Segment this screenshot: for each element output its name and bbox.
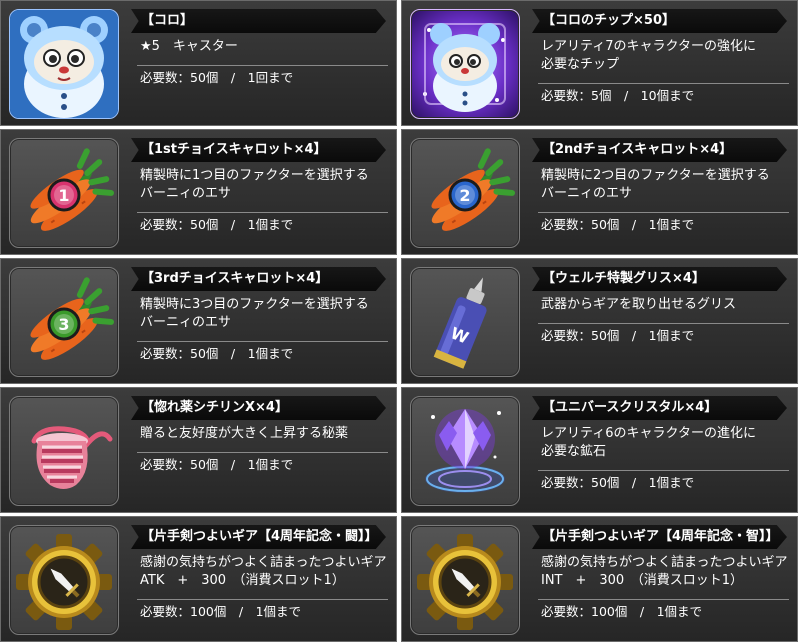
exchange-item-grid: 【コロ】 ★5 キャスター必要数：50個 / 1回まで 【コロのチップ×50】レア… [0,0,798,642]
sword-gear-icon [9,525,119,635]
item-description-line: バーニィのエサ [541,186,633,201]
item-title: 【ウェルチ特製グリス×4】 [532,267,787,291]
item-requirement: 必要数：50個 / 1回まで [137,65,388,86]
exchange-item-card[interactable]: 【コロのチップ×50】レアリティ7のキャラクターの強化に 必要なチップ必要数：5個… [401,0,798,126]
item-description: 感謝の気持ちがつよく詰まったつよいギア ATK + 300 （消費スロット1） [140,554,392,590]
love-potion-icon [9,396,119,506]
item-description: ★5 キャスター [140,38,392,56]
exchange-item-card[interactable]: W 【ウェルチ特製グリス×4】武器からギアを取り出せるグリス必要数：50個 / … [401,258,798,384]
universe-crystal-icon [410,396,520,506]
item-description-line: 感謝の気持ちがつよく詰まったつよいギア [541,555,788,570]
item-requirement: 必要数：100個 / 1個まで [137,599,388,620]
item-requirement: 必要数：50個 / 1個まで [538,212,789,233]
item-description: 贈ると友好度が大きく上昇する秘薬 [140,425,392,443]
exchange-item-card[interactable]: 1 【1stチョイスキャロット×4】精製時に1つ目のファクターを選択する バーニィの… [0,129,397,255]
sword-gear-icon [410,525,520,635]
item-description-line: バーニィのエサ [140,315,232,330]
exchange-item-card[interactable]: 3 【3rdチョイスキャロット×4】精製時に3つ目のファクターを選択する バーニィの… [0,258,397,384]
item-description-line: レアリティ6のキャラクターの進化に [541,426,756,441]
item-title: 【片手剣つよいギア【4周年記念・智】】 [532,525,787,549]
item-title: 【2ndチョイスキャロット×4】 [532,138,787,162]
item-description: レアリティ6のキャラクターの進化に 必要な鉱石 [541,425,793,461]
exchange-item-card[interactable]: 【コロ】 ★5 キャスター必要数：50個 / 1回まで [0,0,397,126]
item-description-line: 感謝の気持ちがつよく詰まったつよいギア [140,555,387,570]
item-title: 【コロのチップ×50】 [532,9,787,33]
item-requirement: 必要数：50個 / 1個まで [137,212,388,233]
item-description-line: 武器からギアを取り出せるグリス [541,297,737,312]
exchange-item-card[interactable]: 【惚れ薬シチリンX×4】贈ると友好度が大きく上昇する秘薬必要数：50個 / 1個… [0,387,397,513]
item-requirement: 必要数：50個 / 1個まで [538,323,789,344]
carrot-bundle-3-icon: 3 [9,267,119,377]
svg-text:2: 2 [459,186,470,205]
exchange-item-card[interactable]: 【片手剣つよいギア【4周年記念・智】】感謝の気持ちがつよく詰まったつよいギア IN… [401,516,798,642]
item-requirement: 必要数：5個 / 10個まで [538,83,789,104]
item-title: 【3rdチョイスキャロット×4】 [131,267,386,291]
item-title: 【片手剣つよいギア【4周年記念・闘】】 [131,525,386,549]
item-description: 精製時に2つ目のファクターを選択する バーニィのエサ [541,167,793,203]
item-description: レアリティ7のキャラクターの強化に 必要なチップ [541,38,793,74]
svg-text:1: 1 [58,186,69,205]
item-description: 武器からギアを取り出せるグリス [541,296,793,314]
carrot-bundle-1-icon: 1 [9,138,119,248]
item-description: 精製時に1つ目のファクターを選択する バーニィのエサ [140,167,392,203]
item-description-line: 精製時に1つ目のファクターを選択する [140,168,369,183]
item-description-line: ★5 キャスター [140,39,238,54]
item-title: 【1stチョイスキャロット×4】 [131,138,386,162]
item-title: 【惚れ薬シチリンX×4】 [131,396,386,420]
item-description-line: INT + 300 （消費スロット1） [541,573,743,588]
item-requirement: 必要数：50個 / 1個まで [538,470,789,491]
item-description-line: バーニィのエサ [140,186,232,201]
item-description-line: 必要な鉱石 [541,444,607,459]
item-description-line: 必要なチップ [541,57,620,72]
item-requirement: 必要数：50個 / 1個まで [137,341,388,362]
item-title: 【ユニバースクリスタル×4】 [532,396,787,420]
item-description-line: 贈ると友好度が大きく上昇する秘薬 [140,426,349,441]
koro-bear-character-icon [9,9,119,119]
carrot-bundle-2-icon: 2 [410,138,520,248]
exchange-item-card[interactable]: 【ユニバースクリスタル×4】レアリティ6のキャラクターの進化に 必要な鉱石必要数：… [401,387,798,513]
item-description: 精製時に3つ目のファクターを選択する バーニィのエサ [140,296,392,332]
item-description-line: 精製時に3つ目のファクターを選択する [140,297,369,312]
item-description: 感謝の気持ちがつよく詰まったつよいギア INT + 300 （消費スロット1） [541,554,793,590]
item-requirement: 必要数：100個 / 1個まで [538,599,789,620]
exchange-item-card[interactable]: 2 【2ndチョイスキャロット×4】精製時に2つ目のファクターを選択する バーニィの… [401,129,798,255]
item-requirement: 必要数：50個 / 1個まで [137,452,388,473]
grease-bottle-icon: W [410,267,520,377]
item-title: 【コロ】 [131,9,386,33]
item-description-line: レアリティ7のキャラクターの強化に [541,39,756,54]
item-description-line: 精製時に2つ目のファクターを選択する [541,168,770,183]
svg-text:3: 3 [58,315,69,334]
exchange-item-card[interactable]: 【片手剣つよいギア【4周年記念・闘】】感謝の気持ちがつよく詰まったつよいギア AT… [0,516,397,642]
koro-chip-icon [410,9,520,119]
item-description-line: ATK + 300 （消費スロット1） [140,573,345,588]
